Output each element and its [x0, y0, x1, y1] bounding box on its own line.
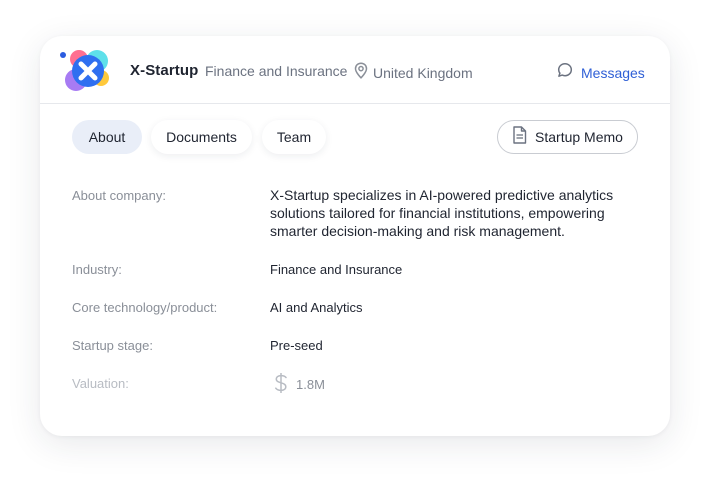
valuation-amount: 1.8M: [296, 377, 325, 392]
industry-label: Industry:: [72, 262, 122, 277]
valuation-value: 1.8M: [274, 372, 325, 397]
x-startup-logo: [59, 49, 117, 95]
industry-tag: Finance and Insurance: [205, 63, 348, 79]
map-pin-icon: [354, 62, 368, 84]
about-label: About company:: [72, 188, 166, 203]
startup-memo-label: Startup Memo: [535, 129, 623, 145]
stage-value: Pre-seed: [270, 338, 323, 353]
messages-link[interactable]: Messages: [557, 62, 645, 83]
core-tech-label: Core technology/product:: [72, 300, 218, 315]
document-icon: [512, 125, 527, 149]
dollar-icon: [274, 372, 288, 397]
tab-team[interactable]: Team: [262, 120, 326, 154]
valuation-label: Valuation:: [72, 376, 129, 391]
stage-label: Startup stage:: [72, 338, 153, 353]
startup-memo-button[interactable]: Startup Memo: [497, 120, 638, 154]
chat-bubble-icon: [557, 62, 573, 83]
startup-profile-card: X-Startup Finance and Insurance United K…: [40, 36, 670, 436]
core-tech-value: AI and Analytics: [270, 300, 363, 315]
location: United Kingdom: [354, 62, 473, 84]
location-text: United Kingdom: [373, 65, 473, 81]
company-name: X-Startup: [130, 62, 199, 79]
profile-header: X-Startup Finance and Insurance United K…: [40, 36, 670, 104]
messages-label: Messages: [581, 64, 645, 81]
tab-documents[interactable]: Documents: [151, 120, 252, 154]
tab-about[interactable]: About: [72, 120, 142, 154]
about-value: X-Startup specializes in AI-powered pred…: [270, 187, 614, 239]
industry-value: Finance and Insurance: [270, 262, 403, 277]
